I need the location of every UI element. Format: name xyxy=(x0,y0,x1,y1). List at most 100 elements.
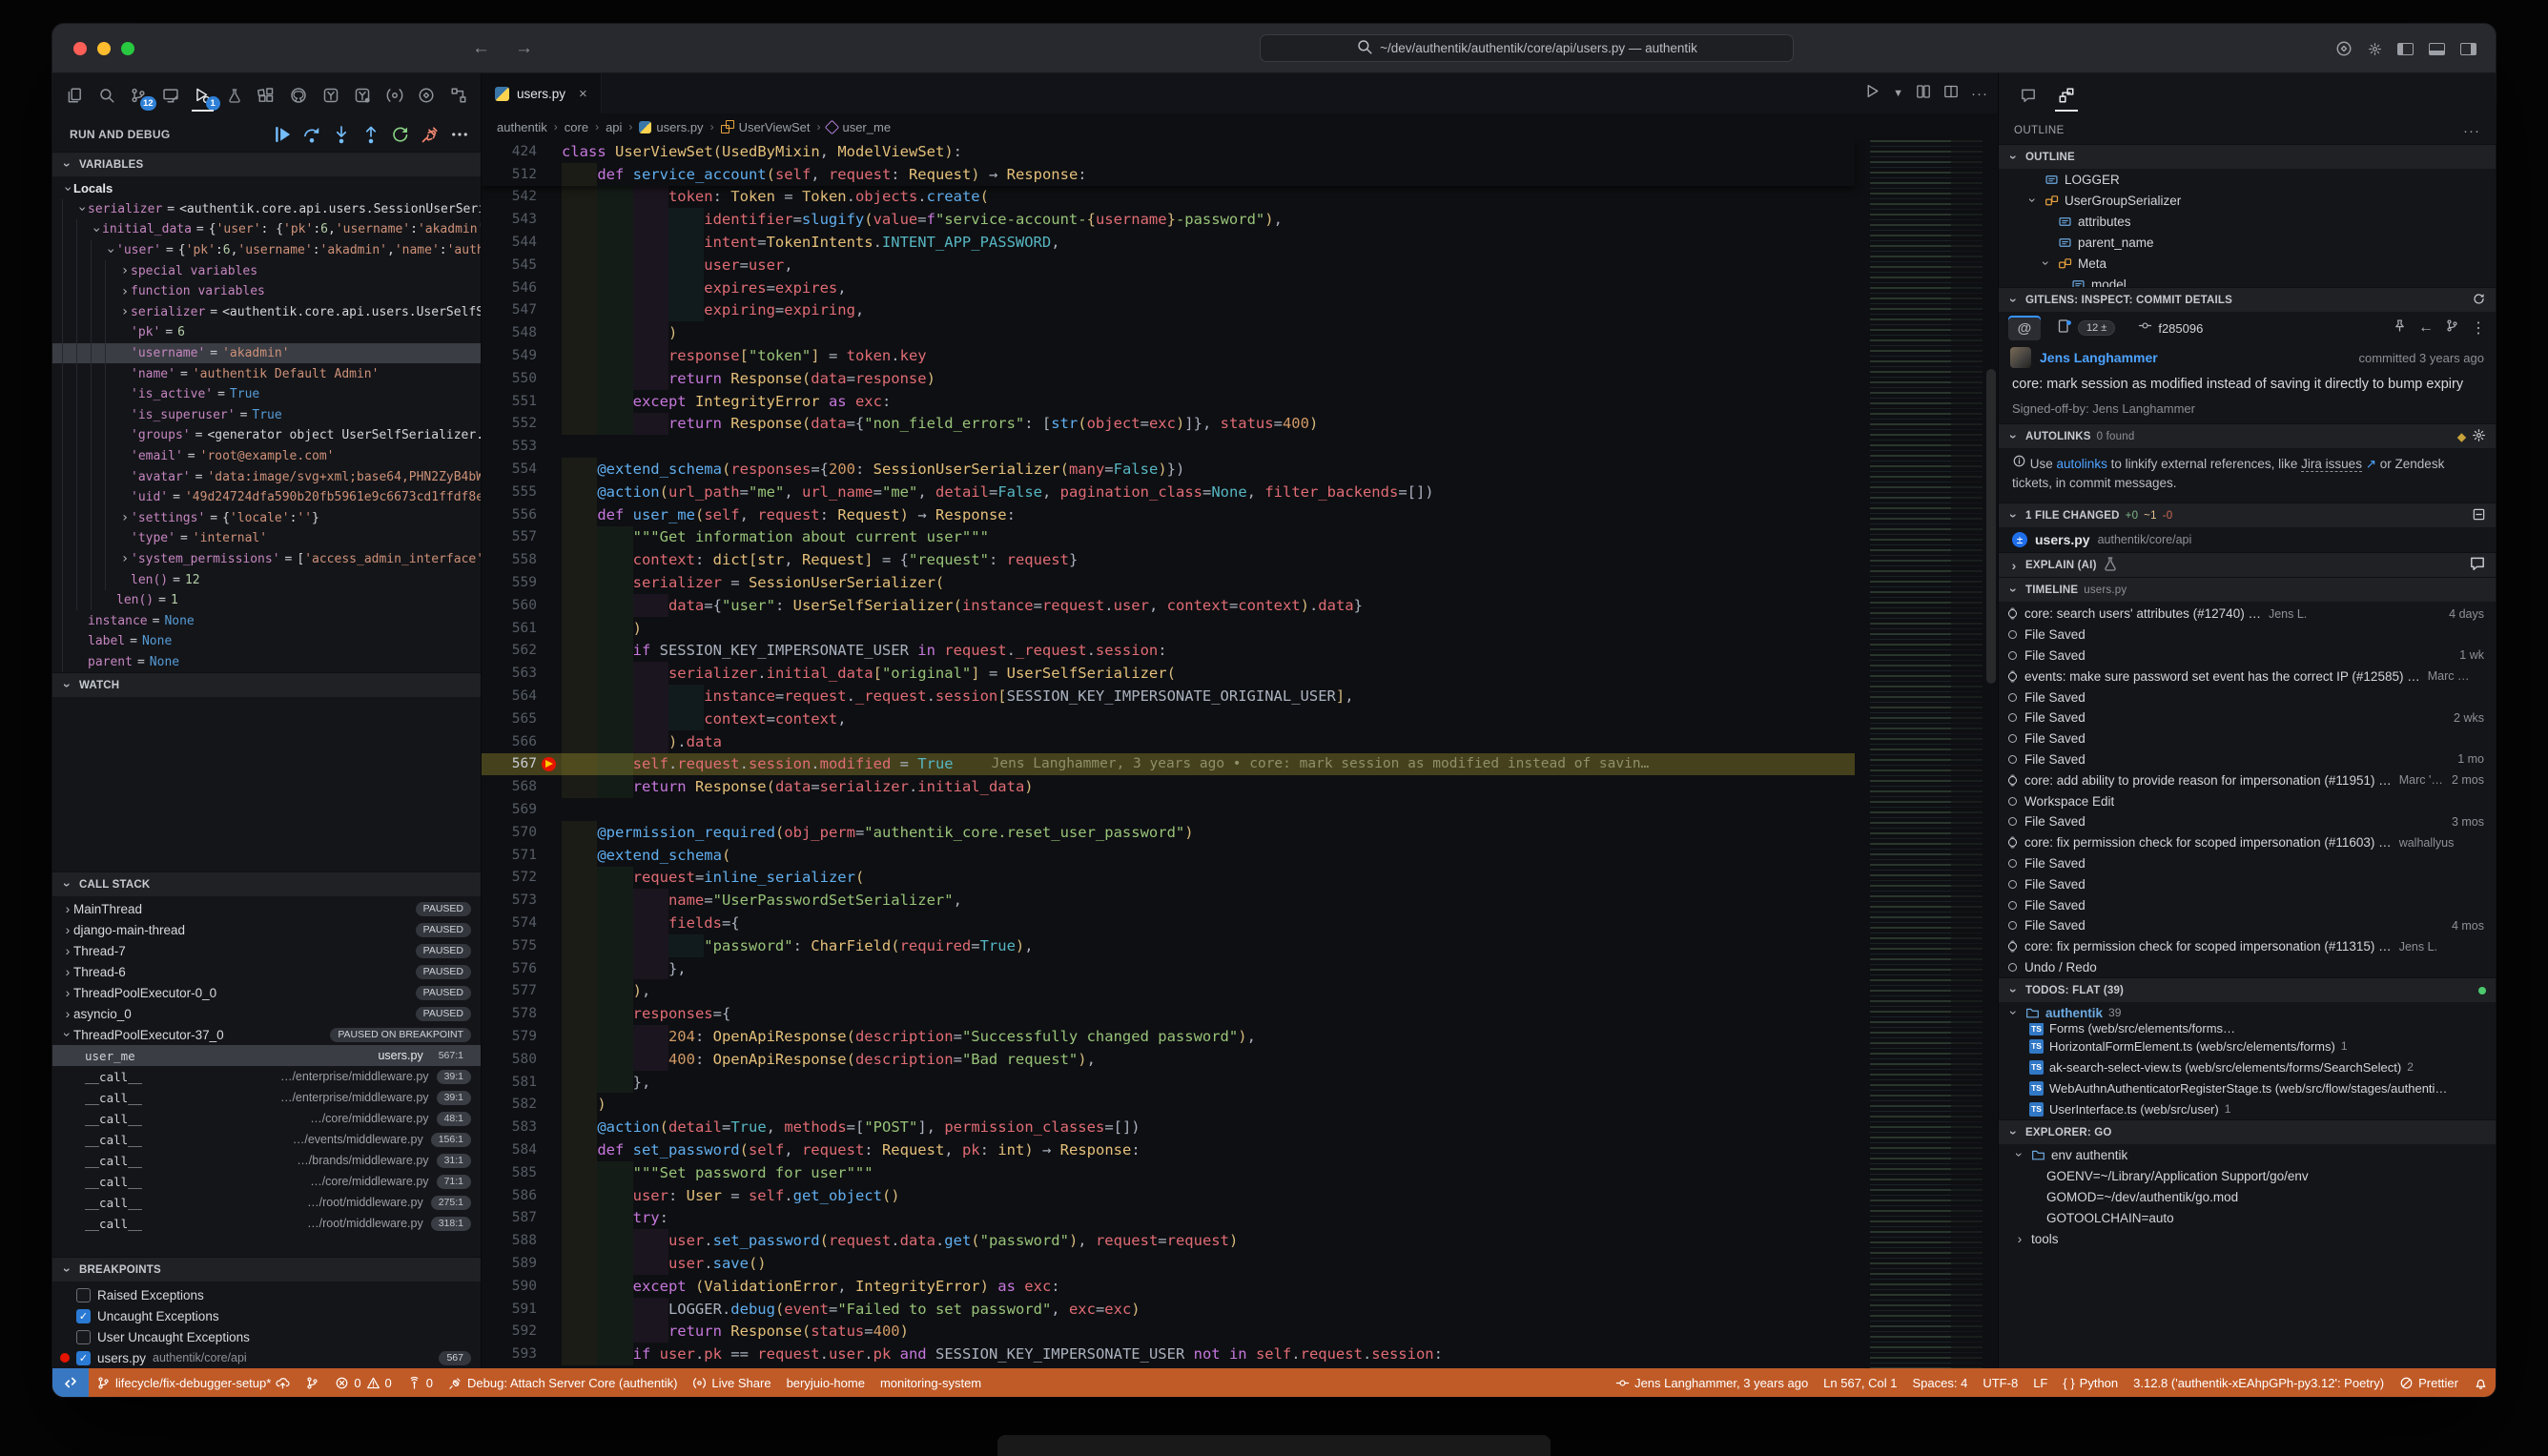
update-icon[interactable] xyxy=(2335,40,2353,57)
timeline-item[interactable]: File Saved4 mos xyxy=(1999,915,2496,936)
line-number[interactable]: 582 xyxy=(482,1097,537,1112)
line-number[interactable]: 573 xyxy=(482,892,537,908)
timeline-item[interactable]: File Saved2 wks xyxy=(1999,707,2496,728)
call-stack-frame[interactable]: __call__…/core/middleware.py48:1 xyxy=(52,1108,481,1129)
code-line[interactable]: 548 ) xyxy=(482,321,1855,344)
timeline-item[interactable]: File Saved3 mos xyxy=(1999,811,2496,832)
line-number[interactable]: 589 xyxy=(482,1256,537,1271)
code-line[interactable]: 564 instance=request._request.session[SE… xyxy=(482,685,1855,707)
variable-row[interactable]: ›'is_superuser'=True xyxy=(52,405,481,426)
comments-view-icon[interactable] xyxy=(2014,79,2043,112)
breakpoint-paused-icon[interactable] xyxy=(542,757,556,771)
gitlens-icon[interactable] xyxy=(316,79,345,112)
explorer-go-item[interactable]: ›GOMOD=~/dev/authentik/go.mod xyxy=(1999,1186,2496,1207)
variable-row[interactable]: ›initial_data={'user': {'pk': 6, 'userna… xyxy=(52,219,481,240)
code-line[interactable]: 566 ).data xyxy=(482,730,1855,753)
status-blame[interactable]: Jens Langhammer, 3 years ago xyxy=(1608,1368,1816,1397)
line-number[interactable]: 590 xyxy=(482,1279,537,1294)
status-problems[interactable]: 00 xyxy=(327,1368,399,1397)
explorer-go-item[interactable]: ›tools xyxy=(1999,1228,2496,1249)
code-line[interactable]: 554 @extend_schema(responses={200: Sessi… xyxy=(482,458,1855,481)
line-number[interactable]: 551 xyxy=(482,394,537,409)
timeline-item[interactable]: core: fix permission check for scoped im… xyxy=(1999,936,2496,957)
run-and-debug-icon[interactable]: 1 xyxy=(188,79,217,112)
call-stack-frame[interactable]: __call__…/core/middleware.py71:1 xyxy=(52,1171,481,1192)
call-stack-thread[interactable]: ›MainThreadPAUSED xyxy=(52,898,481,919)
code-line[interactable]: 553 xyxy=(482,435,1855,458)
status-prettier[interactable]: Prettier xyxy=(2392,1368,2466,1397)
outline-item[interactable]: ›model xyxy=(1999,274,2496,287)
commit-files-tab[interactable]: 12 ± xyxy=(2050,316,2122,340)
watch-section-header[interactable]: ›WATCH xyxy=(52,672,481,697)
remote-explorer-icon[interactable] xyxy=(156,79,186,112)
variable-row[interactable]: ›'groups'=<generator object UserSelfSeri… xyxy=(52,425,481,446)
outline-item[interactable]: ›UserGroupSerializer xyxy=(1999,190,2496,211)
line-number[interactable]: 588 xyxy=(482,1233,537,1248)
call-stack-frame[interactable]: user_meusers.py567:1 xyxy=(52,1045,481,1066)
line-number[interactable]: 561 xyxy=(482,621,537,636)
line-number[interactable]: 555 xyxy=(482,484,537,500)
variable-row[interactable]: ›label=None xyxy=(52,631,481,652)
gitlens-section-header[interactable]: ›GITLENS: INSPECT: COMMIT DETAILS xyxy=(1999,287,2496,312)
breakpoint-checkbox[interactable]: ✓ xyxy=(76,1351,91,1365)
code-line[interactable]: 581 }, xyxy=(482,1071,1855,1094)
line-number[interactable]: 562 xyxy=(482,643,537,658)
status-live-share[interactable]: Live Share xyxy=(685,1368,778,1397)
call-stack-thread[interactable]: ›asyncio_0PAUSED xyxy=(52,1003,481,1024)
breakpoint-row[interactable]: ✓users.pyauthentik/core/api567 xyxy=(52,1347,481,1368)
continue-icon[interactable] xyxy=(412,79,442,112)
explorer-go-item[interactable]: ›env authentik xyxy=(1999,1144,2496,1165)
gitlens-inspect-icon[interactable] xyxy=(348,79,378,112)
status-indentation[interactable]: Spaces: 4 xyxy=(1905,1368,1976,1397)
timeline-item[interactable]: Undo / Redo xyxy=(1999,957,2496,978)
changed-file-row[interactable]: ± users.py authentik/core/api xyxy=(1999,527,2496,552)
variable-row[interactable]: ›'username'='akadmin' xyxy=(52,343,481,364)
outline-item[interactable]: ›Meta xyxy=(1999,253,2496,274)
command-center-search[interactable]: ~/dev/authentik/authentik/core/api/users… xyxy=(1260,34,1794,62)
outline-item[interactable]: ›attributes xyxy=(1999,211,2496,232)
timeline-item[interactable]: File Saved xyxy=(1999,894,2496,915)
code-line[interactable]: 569 xyxy=(482,798,1855,821)
variable-row[interactable]: ›function variables xyxy=(52,281,481,302)
line-number[interactable]: 543 xyxy=(482,212,537,227)
close-tab-icon[interactable]: × xyxy=(579,86,587,102)
explorer-go-item[interactable]: ›GOENV=~/Library/Application Support/go/… xyxy=(1999,1165,2496,1186)
autolinks-link[interactable]: autolinks xyxy=(2057,457,2107,471)
code-line[interactable]: 593 if user.pk == request.user.pk and SE… xyxy=(482,1343,1855,1365)
line-number[interactable]: 564 xyxy=(482,688,537,704)
line-number[interactable]: 568 xyxy=(482,779,537,794)
explain-comment-icon[interactable] xyxy=(2469,555,2486,575)
code-line[interactable]: 549 response["token"] = token.key xyxy=(482,344,1855,367)
line-number[interactable]: 557 xyxy=(482,529,537,544)
line-number[interactable]: 572 xyxy=(482,870,537,885)
line-number[interactable]: 559 xyxy=(482,575,537,590)
code-line[interactable]: 563 serializer.initial_data["original"] … xyxy=(482,662,1855,685)
minimize-window-button[interactable] xyxy=(97,42,111,55)
code-line[interactable]: 543 identifier=slugify(value=f"service-a… xyxy=(482,208,1855,231)
more-actions-icon[interactable]: ··· xyxy=(1971,86,1988,102)
status-cursor-position[interactable]: Ln 567, Col 1 xyxy=(1816,1368,1904,1397)
line-number[interactable]: 574 xyxy=(482,915,537,931)
variable-row[interactable]: ›serializer=<authentik.core.api.users.Us… xyxy=(52,302,481,323)
code-line[interactable]: 584 def set_password(self, request: Requ… xyxy=(482,1138,1855,1161)
autolinks-section-header[interactable]: ›AUTOLINKS 0 found ◆ xyxy=(1999,423,2496,448)
outline-view-icon[interactable] xyxy=(2052,79,2081,112)
history-back-icon[interactable]: ← xyxy=(472,38,490,59)
outline-section-header[interactable]: ›OUTLINE xyxy=(1999,144,2496,169)
back-icon[interactable]: ← xyxy=(2418,319,2434,337)
commit-message[interactable]: core: mark session as modified instead o… xyxy=(1999,371,2496,396)
jira-issues-link[interactable]: Jira issues xyxy=(2301,457,2362,472)
view-as-tree-icon[interactable] xyxy=(2472,507,2486,524)
close-window-button[interactable] xyxy=(73,42,87,55)
breakpoint-checkbox[interactable]: ✓ xyxy=(76,1309,91,1323)
outline-item[interactable]: ›LOGGER xyxy=(1999,169,2496,190)
call-stack-thread[interactable]: ›Thread-6PAUSED xyxy=(52,961,481,982)
code-line[interactable]: 585 """Set password for user""" xyxy=(482,1161,1855,1184)
breadcrumb-item[interactable]: users.py xyxy=(639,120,703,134)
code-line[interactable]: 567 self.request.session.modified = True… xyxy=(482,753,1855,776)
code-line[interactable]: 577 ), xyxy=(482,979,1855,1002)
timeline-item[interactable]: core: add ability to provide reason for … xyxy=(1999,769,2496,790)
toggle-secondary-sidebar-icon[interactable] xyxy=(2460,43,2476,55)
live-share-icon[interactable] xyxy=(380,79,409,112)
line-number[interactable]: 591 xyxy=(482,1302,537,1317)
